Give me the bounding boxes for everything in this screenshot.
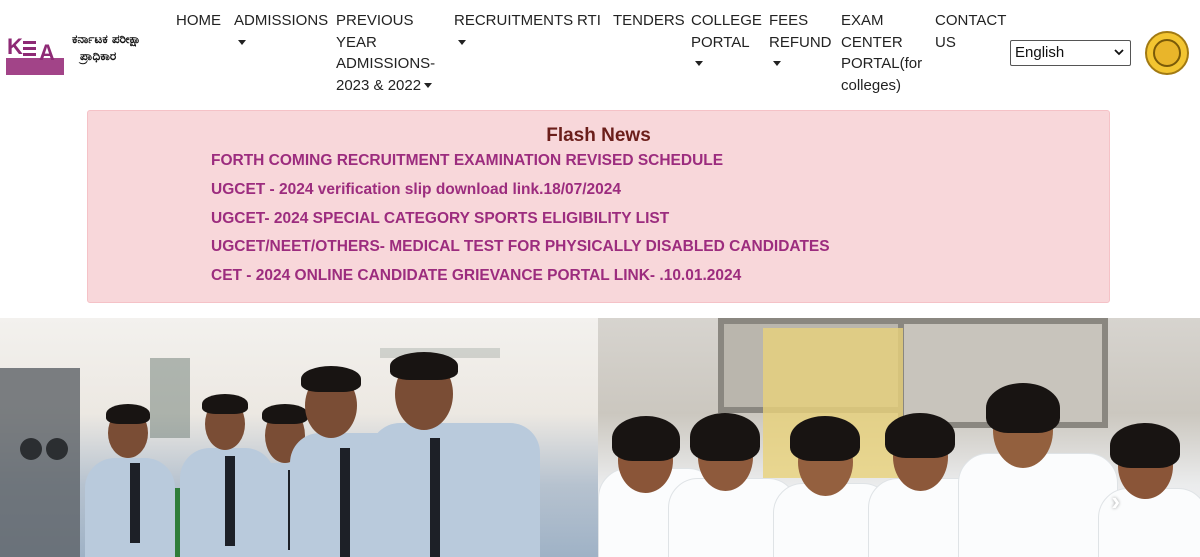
nav-recruitments[interactable]: RECRUITMENTS — [454, 10, 573, 45]
language-select[interactable]: English — [1010, 40, 1131, 66]
nav-previous-year-admissions[interactable]: PREVIOUS YEAR ADMISSIONS- 2023 & 2022 — [336, 10, 435, 96]
emblem-inner — [1153, 39, 1181, 67]
banner-photo-students-lab — [0, 318, 598, 557]
chevron-down-icon — [1114, 49, 1124, 56]
flash-news-item[interactable]: FORTH COMING RECRUITMENT EXAMINATION REV… — [211, 151, 830, 180]
site-header: K A ಕರ್ನಾಟಕ ಪರೀಕ್ಷಾ ಪ್ರಾಧಿಕಾರ HOME ADMIS… — [0, 0, 1200, 108]
chevron-right-icon: › — [1111, 486, 1120, 516]
banner-carousel: › — [0, 318, 1200, 557]
logo-line-2: ಪ್ರಾಧಿಕಾರ — [80, 49, 117, 63]
nav-admissions[interactable]: ADMISSIONS — [234, 10, 328, 45]
flash-news-item[interactable]: UGCET - 2024 verification slip download … — [211, 180, 830, 209]
nav-fees-refund[interactable]: FEES REFUND — [769, 10, 832, 66]
caret-down-icon — [458, 39, 466, 45]
nav-exam-center-portal[interactable]: EXAM CENTER PORTAL(for colleges) — [841, 10, 922, 96]
nav-exam-line-1: EXAM — [841, 12, 884, 29]
nav-previous-line-1: PREVIOUS — [336, 12, 414, 29]
nav-college-line-1: COLLEGE — [691, 12, 762, 29]
nav-rti[interactable]: RTI — [577, 10, 601, 32]
logo-line-1: ಕರ್ನಾಟಕ ಪರೀಕ್ಷಾ — [72, 32, 141, 46]
nav-previous-line-3: ADMISSIONS- — [336, 55, 436, 72]
flash-news-title: Flash News — [546, 125, 651, 146]
karnataka-emblem-icon[interactable] — [1145, 31, 1189, 75]
nav-exam-line-3: PORTAL(for — [841, 55, 923, 72]
nav-home-label: HOME — [176, 12, 221, 29]
nav-rti-label: RTI — [577, 12, 601, 29]
language-selected-value: English — [1015, 44, 1065, 61]
nav-contact-us[interactable]: CONTACT US — [935, 10, 1006, 53]
carousel-next-button[interactable]: › — [1111, 486, 1120, 517]
flash-news-item[interactable]: UGCET/NEET/OTHERS- MEDICAL TEST FOR PHYS… — [211, 237, 830, 266]
nav-recruitments-label: RECRUITMENTS — [454, 12, 574, 29]
nav-college-portal[interactable]: COLLEGE PORTAL — [691, 10, 762, 66]
flash-news-list: FORTH COMING RECRUITMENT EXAMINATION REV… — [211, 151, 830, 295]
flash-news-item[interactable]: CET - 2024 ONLINE CANDIDATE GRIEVANCE PO… — [211, 266, 830, 295]
logo-text: ಕರ್ನಾಟಕ ಪರೀಕ್ಷಾ ಪ್ರಾಧಿಕಾರ — [72, 31, 141, 65]
nav-contact-line-1: CONTACT — [935, 12, 1007, 29]
nav-college-line-2: PORTAL — [691, 33, 750, 51]
svg-text:K: K — [7, 34, 23, 59]
nav-admissions-label: ADMISSIONS — [234, 12, 329, 29]
nav-contact-line-2: US — [935, 33, 956, 51]
caret-down-icon — [695, 61, 703, 66]
nav-fees-line-1: FEES — [769, 12, 809, 29]
nav-tenders-label: TENDERS — [613, 12, 685, 29]
caret-down-icon — [773, 61, 781, 66]
nav-home[interactable]: HOME — [176, 10, 221, 32]
nav-exam-line-4: colleges) — [841, 76, 902, 94]
nav-fees-line-2: REFUND — [769, 33, 832, 51]
caret-down-icon — [424, 83, 433, 89]
svg-text:A: A — [39, 40, 55, 65]
kea-logo-mark-icon: K A — [6, 34, 64, 75]
nav-exam-line-2: CENTER — [841, 33, 903, 51]
flash-news-item[interactable]: UGCET- 2024 SPECIAL CATEGORY SPORTS ELIG… — [211, 209, 830, 238]
kea-logo[interactable]: K A ಕರ್ನಾಟಕ ಪರೀಕ್ಷಾ ಪ್ರಾಧಿಕಾರ — [6, 28, 156, 76]
flash-news-panel: Flash News FORTH COMING RECRUITMENT EXAM… — [87, 110, 1110, 303]
caret-down-icon — [238, 39, 246, 45]
banner-photo-students-medical: › — [598, 318, 1200, 557]
nav-tenders[interactable]: TENDERS — [613, 10, 685, 32]
nav-previous-line-4: 2023 & 2022 — [336, 76, 422, 94]
nav-previous-line-2: YEAR — [336, 33, 377, 51]
